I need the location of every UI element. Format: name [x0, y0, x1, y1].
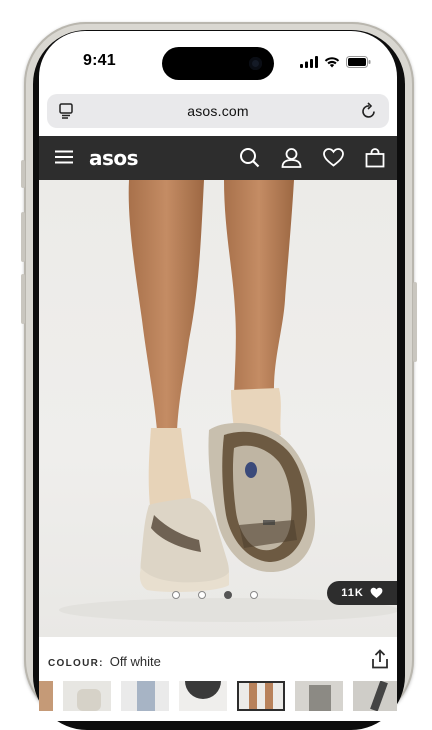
- thumbnail-3[interactable]: [121, 681, 169, 711]
- gallery-dot-1[interactable]: [172, 591, 180, 599]
- status-icons: [300, 56, 371, 68]
- colour-label: COLOUR:: [48, 658, 104, 669]
- gallery-dot-3[interactable]: [224, 591, 232, 599]
- product-image[interactable]: 11K: [39, 180, 397, 637]
- status-time: 9:41: [83, 52, 116, 69]
- thumbnail-1[interactable]: [39, 681, 53, 711]
- dynamic-island: [162, 47, 274, 80]
- header-actions: [239, 147, 385, 168]
- product-photo-legs-sneakers: [59, 180, 397, 622]
- camera-icon: [249, 57, 262, 70]
- thumbnail-strip: [39, 681, 397, 711]
- action-button: [21, 160, 25, 188]
- volume-up-button: [21, 212, 25, 262]
- gallery-dot-4[interactable]: [250, 591, 258, 599]
- thumbnail-5[interactable]: [237, 681, 285, 711]
- volume-down-button: [21, 274, 25, 324]
- account-icon[interactable]: [281, 147, 302, 168]
- colour-info: COLOUR: Off white: [48, 654, 161, 669]
- url-text[interactable]: asos.com: [187, 103, 249, 119]
- battery-icon: [346, 56, 371, 68]
- wifi-icon: [324, 57, 340, 68]
- tabs-icon[interactable]: [59, 103, 73, 119]
- thumbnail-4[interactable]: [179, 681, 227, 711]
- save-count: 11K: [341, 587, 364, 599]
- address-bar[interactable]: asos.com: [47, 94, 389, 128]
- heart-filled-icon: [370, 587, 383, 598]
- thumbnail-6[interactable]: [295, 681, 343, 711]
- power-button: [413, 282, 417, 362]
- thumbnail-7[interactable]: [353, 681, 397, 711]
- gallery-dots: [172, 591, 258, 599]
- bag-icon[interactable]: [365, 147, 385, 168]
- asos-logo[interactable]: asos: [89, 146, 139, 170]
- gallery-dot-2[interactable]: [198, 591, 206, 599]
- thumbnail-2[interactable]: [63, 681, 111, 711]
- colour-value: Off white: [109, 654, 161, 669]
- signal-icon: [300, 56, 318, 68]
- reload-icon[interactable]: [361, 102, 377, 119]
- site-header: asos: [39, 136, 397, 180]
- share-icon[interactable]: [371, 649, 389, 669]
- menu-icon[interactable]: [55, 150, 73, 164]
- heart-icon[interactable]: [323, 148, 344, 167]
- screen: 9:41 asos.com asos 11K COLOUR: Off white: [39, 31, 397, 721]
- search-icon[interactable]: [239, 147, 260, 168]
- save-count-button[interactable]: 11K: [327, 581, 397, 605]
